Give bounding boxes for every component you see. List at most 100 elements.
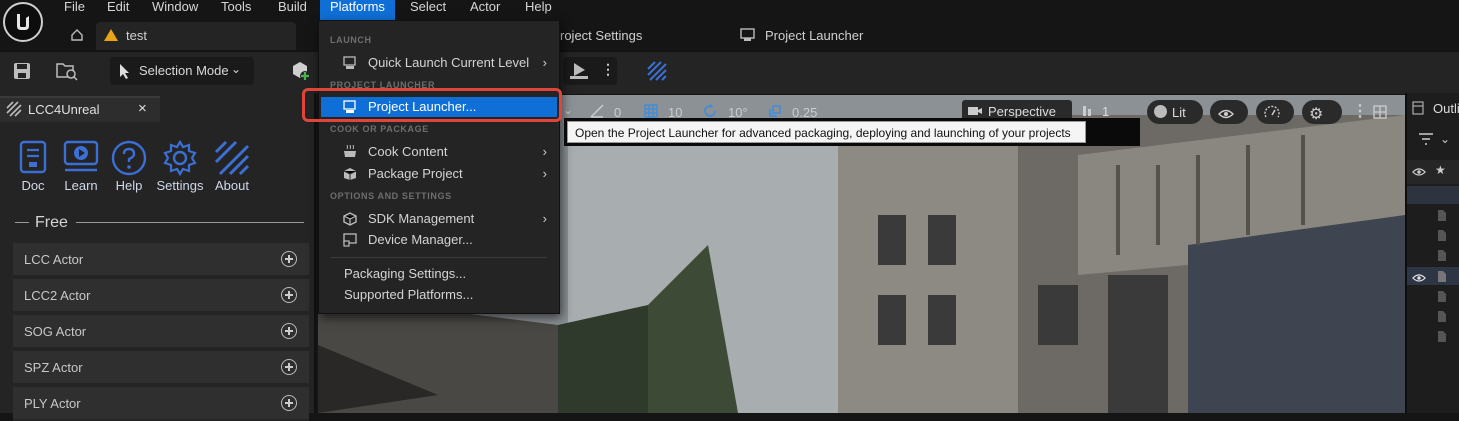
add-circle-icon[interactable] [281,359,297,375]
quick-launch-label: Quick Launch Current Level [368,55,530,70]
menu-actor[interactable]: Actor [460,0,510,20]
add-circle-icon[interactable] [281,287,297,303]
device-manager-label: Device Manager... [368,232,473,247]
menu-help[interactable]: Help [515,0,562,20]
camera-speed-value: 1 [1102,104,1110,119]
help-button[interactable]: Help [100,140,158,193]
add-actor-icon[interactable] [290,61,312,86]
lit-label: Lit [1172,105,1186,120]
menu-window[interactable]: Window [142,0,208,20]
tooltip-text: Open the Project Launcher for advanced p… [567,121,1086,143]
gear-icon: ⚙ [1309,106,1324,123]
supported-platforms-label: Supported Platforms... [344,287,474,302]
actor-row-lcc2[interactable]: LCC2 Actor [13,279,309,313]
tab-level-test[interactable]: test [96,22,296,50]
highlight-annotation-box [302,88,562,122]
eye-icon [1218,107,1234,122]
unreal-logo-icon[interactable] [3,2,43,42]
section-header-launch: LAUNCH [330,35,372,45]
about-button[interactable]: About [203,140,261,193]
show-flags-dropdown[interactable] [1210,100,1248,124]
help-label: Help [115,178,143,193]
add-circle-icon[interactable] [281,395,297,411]
content-browser-icon[interactable] [56,61,78,84]
chevron-down-icon[interactable]: ⌄ [1440,132,1450,146]
selection-mode-label: Selection Mode [139,63,229,78]
tab-level-label: test [126,28,147,43]
perspective-label: Perspective [988,104,1056,119]
realtime-dropdown[interactable] [1256,100,1294,124]
file-icon [1438,209,1446,224]
actor-label: PLY Actor [24,396,81,411]
add-circle-icon[interactable] [281,323,297,339]
actor-label: SPZ Actor [24,360,83,375]
help-question-icon [100,140,158,176]
file-icon [1438,310,1446,325]
lit-mode-dropdown[interactable]: Lit [1147,100,1203,124]
actor-row-sog[interactable]: SOG Actor [13,315,309,349]
tab-project-launcher[interactable]: Project Launcher [765,22,863,50]
package-project-label: Package Project [368,166,463,181]
about-label: About [215,178,249,193]
actor-row-spz[interactable]: SPZ Actor [13,351,309,385]
menu-item-package-project[interactable]: Package Project › [321,164,557,184]
outliner-row-selected[interactable] [1407,186,1459,204]
cursor-mode-icon [118,63,134,82]
viewport-settings-dropdown[interactable]: ⚙ [1302,100,1342,124]
actor-row-lcc[interactable]: LCC Actor [13,243,309,277]
file-icon [1438,229,1446,244]
learn-label: Learn [64,178,98,193]
speedometer-icon [1264,105,1280,122]
menu-item-supported-platforms[interactable]: Supported Platforms... [321,285,557,305]
play-button-group[interactable]: ⋮ [563,57,617,85]
package-box-icon [343,167,357,181]
menu-build[interactable]: Build [268,0,317,20]
level-warning-icon [104,23,118,51]
more-options-icon[interactable]: ⋮ [1352,101,1368,121]
cook-pot-icon [343,144,357,159]
menu-edit[interactable]: Edit [97,0,139,20]
menu-select[interactable]: Select [400,0,456,20]
menu-tools[interactable]: Tools [211,0,261,20]
selection-mode-dropdown[interactable]: Selection Mode ⌄ [110,57,254,85]
filter-icon[interactable] [1418,132,1434,149]
menu-item-device-manager[interactable]: Device Manager... [321,230,557,250]
section-divider-right [76,222,304,223]
star-icon[interactable]: ★ [1435,163,1446,177]
quick-launch-icon [343,56,357,70]
plugin-tab-icon [6,101,22,120]
settings-button[interactable]: Settings [151,139,209,193]
chevron-right-icon: › [542,55,547,70]
section-header-cook-or-package: COOK OR PACKAGE [330,124,429,134]
file-icon [1438,249,1446,264]
outliner-title[interactable]: Outli [1433,101,1459,116]
close-icon[interactable]: × [138,100,147,117]
menu-platforms[interactable]: Platforms [320,0,395,20]
tooltip: Open the Project Launcher for advanced p… [564,118,1140,146]
menu-item-cook-content[interactable]: Cook Content › [321,142,557,162]
save-icon[interactable] [13,62,31,83]
actor-label: LCC Actor [24,252,84,267]
actor-label: SOG Actor [24,324,87,339]
menu-separator [331,257,547,258]
tab-project-settings[interactable]: roject Settings [560,22,642,50]
visibility-eye-icon[interactable] [1412,271,1426,286]
chevron-down-icon[interactable]: ⌄ [563,103,573,117]
menu-file[interactable]: File [54,0,95,20]
menu-item-packaging-settings[interactable]: Packaging Settings... [321,264,557,284]
plugin-toolbar-icon[interactable] [646,60,668,85]
layout-grid-icon[interactable] [1373,105,1387,122]
play-icon [569,61,589,84]
settings-label: Settings [156,178,204,193]
packaging-settings-label: Packaging Settings... [344,266,467,281]
actor-row-ply[interactable]: PLY Actor [13,387,309,421]
tab-lcc4unreal[interactable]: LCC4Unreal × [0,96,160,122]
chevron-right-icon: › [542,166,547,181]
home-icon[interactable] [70,28,84,45]
menu-item-sdk-management[interactable]: SDK Management › [321,209,557,229]
section-header-options-and-settings: OPTIONS AND SETTINGS [330,191,452,201]
add-circle-icon[interactable] [281,251,297,267]
visibility-eye-icon[interactable] [1412,165,1426,180]
menu-item-quick-launch[interactable]: Quick Launch Current Level › [321,53,557,73]
outliner-tab-icon [1412,101,1424,118]
